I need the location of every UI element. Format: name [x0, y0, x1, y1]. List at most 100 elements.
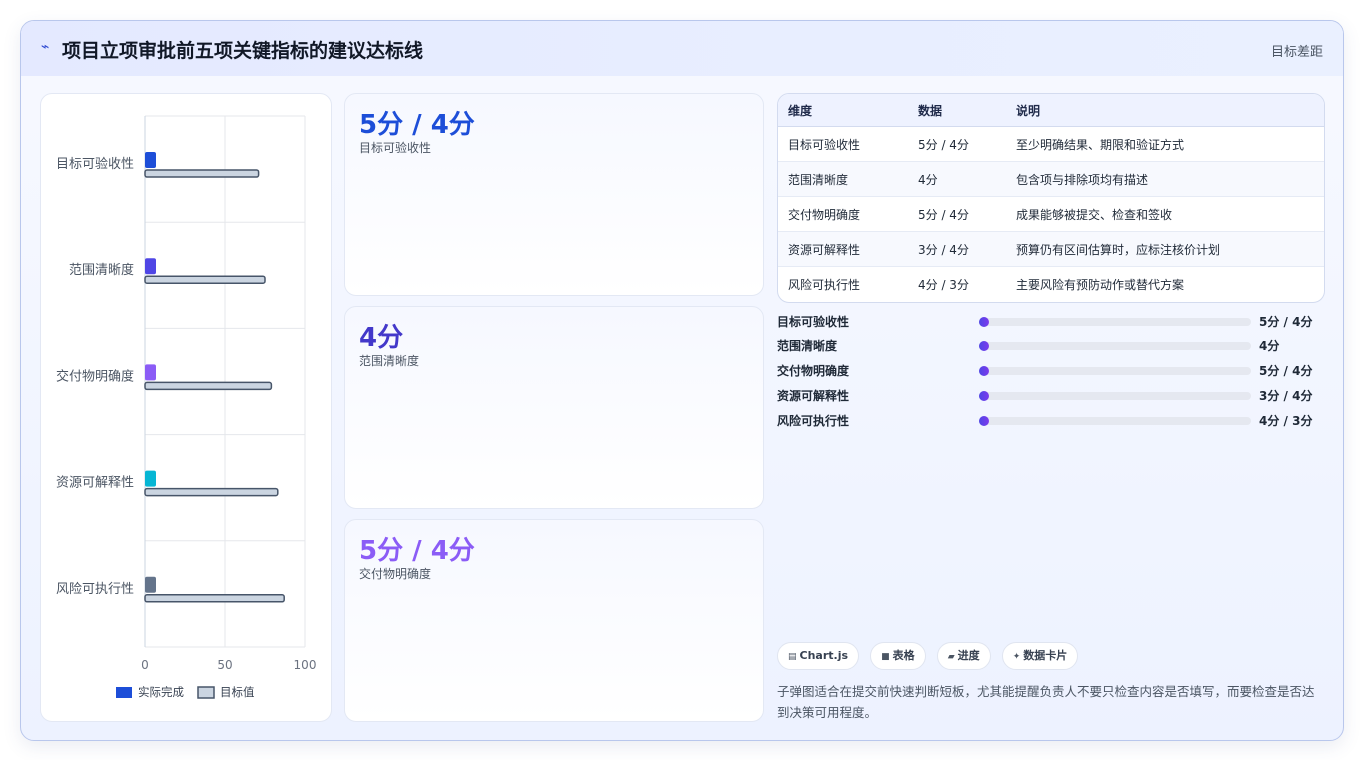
progress-fill	[979, 391, 989, 401]
category-label: 目标可验收性	[56, 156, 134, 172]
panel-header: ⌁ 项目立项审批前五项关键指标的建议达标线 目标差距	[21, 21, 1343, 76]
progress-row: 资源可解释性 3分 / 4分	[777, 385, 1323, 405]
table-cell: 4分 / 3分	[918, 277, 969, 292]
chip-progress[interactable]: ▰ 进度	[936, 642, 991, 670]
table-row: 目标可验收性 5分 / 4分 至少明确结果、期限和验证方式	[778, 126, 1324, 162]
description-note: 子弹图适合在提交前快速判断短板，尤其能提醒负责人不要只检查内容是否填写，而要检查…	[777, 684, 1315, 720]
chip-data-card[interactable]: ✦ 数据卡片	[1001, 642, 1079, 670]
chip-label: 进度	[957, 649, 980, 662]
progress-label: 交付物明确度	[777, 364, 850, 378]
bar-target	[144, 169, 260, 178]
legend-label: 目标值	[220, 685, 255, 699]
trend-line-icon: ⌁	[41, 39, 50, 55]
progress-track	[979, 366, 1251, 376]
chip-label: Chart.js	[799, 649, 849, 662]
category-label: 范围清晰度	[69, 262, 134, 278]
table-row: 风险可执行性 4分 / 3分 主要风险有预防动作或替代方案	[778, 267, 1324, 302]
legend-label: 实际完成	[138, 685, 184, 699]
x-tick-label: 50	[217, 658, 232, 672]
table-cell: 3分 / 4分	[908, 231, 1006, 267]
progress-track	[979, 416, 1251, 426]
stat-value: 5分 / 4分	[359, 110, 475, 140]
progress-fill	[979, 416, 989, 426]
table-cell: 交付物明确度	[778, 196, 908, 232]
progress-label: 资源可解释性	[777, 389, 850, 403]
table-header-row: 维度 数据 说明	[778, 94, 1324, 127]
table-icon: ■	[881, 652, 890, 662]
stat-label: 目标可验收性	[359, 141, 432, 155]
stat-card-3: 5分 / 4分 交付物明确度	[344, 519, 764, 722]
progress-row: 目标可验收性 5分 / 4分	[777, 311, 1323, 331]
progress-value: 4分	[1259, 339, 1280, 353]
progress-icon: ▰	[947, 652, 955, 662]
bar-target	[144, 381, 273, 391]
column-header: 说明	[1006, 94, 1324, 127]
column-header: 维度	[778, 94, 908, 127]
chart-icon: ▤	[788, 652, 797, 662]
table-row: 资源可解释性 3分 / 4分 预算仍有区间估算时，应标注核价计划	[778, 231, 1324, 267]
stat-label: 范围清晰度	[359, 354, 420, 368]
bar-actual	[145, 470, 156, 487]
progress-track	[979, 341, 1251, 351]
stat-value: 4分	[359, 323, 404, 353]
table-cell: 4分	[908, 161, 1006, 197]
sparkle-icon: ✦	[1012, 652, 1021, 662]
column-header: 数据	[908, 94, 1006, 127]
chip-label: 表格	[892, 649, 915, 662]
chip-table[interactable]: ■ 表格	[870, 642, 926, 670]
table-cell: 范围清晰度	[778, 161, 908, 197]
table-cell: 5分 / 4分	[908, 196, 1006, 232]
table-cell: 成果能够被提交、检查和签收	[1006, 196, 1324, 232]
progress-track	[979, 391, 1251, 401]
table-cell: 5分 / 4分	[908, 126, 1006, 162]
stat-card-1: 5分 / 4分 目标可验收性	[344, 93, 764, 296]
tag-chips: ▤ Chart.js ■ 表格 ▰ 进度 ✦ 数据卡片	[777, 642, 1084, 670]
table-cell: 至少明确结果、期限和验证方式	[1006, 126, 1324, 162]
progress-value: 4分 / 3分	[1259, 414, 1313, 428]
progress-label: 范围清晰度	[777, 339, 838, 353]
category-label: 交付物明确度	[56, 368, 134, 384]
bar-target	[144, 594, 285, 603]
main-panel: ⌁ 项目立项审批前五项关键指标的建议达标线 目标差距 目标可验收性 范围清晰度 交付…	[20, 20, 1344, 741]
progress-fill	[979, 341, 989, 351]
progress-row: 交付物明确度 5分 / 4分	[777, 360, 1323, 380]
legend-swatch-target	[197, 686, 215, 699]
x-tick-label: 100	[294, 658, 317, 672]
stat-label: 交付物明确度	[359, 567, 432, 581]
page-title: 项目立项审批前五项关键指标的建议达标线	[62, 40, 424, 62]
legend-swatch-actual	[116, 687, 132, 698]
progress-value: 5分 / 4分	[1259, 315, 1313, 329]
bar-target	[144, 275, 266, 284]
x-tick-label: 0	[141, 658, 149, 672]
progress-track	[979, 317, 1251, 327]
progress-value: 5分 / 4分	[1259, 364, 1313, 378]
stat-card-2: 4分 范围清晰度	[344, 306, 764, 509]
progress-fill	[979, 366, 989, 376]
table-row: 范围清晰度 4分 包含项与排除项均有描述	[778, 161, 1324, 197]
bar-actual	[145, 576, 156, 593]
bar-actual	[145, 364, 156, 381]
progress-fill	[979, 317, 989, 327]
header-right-label: 目标差距	[1270, 45, 1323, 60]
progress-row: 范围清晰度 4分	[777, 335, 1323, 355]
category-label: 资源可解释性	[56, 476, 134, 491]
stat-value: 5分 / 4分	[359, 536, 475, 566]
progress-label: 风险可执行性	[777, 414, 850, 428]
bar-target	[144, 487, 279, 497]
table-cell: 风险可执行性	[788, 277, 861, 292]
progress-row: 风险可执行性 4分 / 3分	[777, 410, 1323, 430]
table-cell: 包含项与排除项均有描述	[1006, 161, 1324, 197]
bar-actual	[145, 258, 156, 275]
bar-actual	[145, 152, 156, 168]
category-label: 风险可执行性	[56, 582, 134, 597]
progress-label: 目标可验收性	[777, 315, 850, 329]
table-cell: 主要风险有预防动作或替代方案	[1016, 277, 1185, 292]
table-cell: 资源可解释性	[778, 231, 908, 267]
chip-label: 数据卡片	[1023, 649, 1068, 662]
progress-value: 3分 / 4分	[1259, 389, 1313, 403]
chip-chartjs[interactable]: ▤ Chart.js	[777, 642, 860, 670]
bullet-chart-card: 目标可验收性范围清晰度交付物明确度 资源可解释性 风险可执行性 0 50 100 实际完成 目…	[40, 93, 332, 722]
bullet-chart: 目标可验收性范围清晰度交付物明确度资源可解释性风险可执行性 0 50 100 实际完成 目…	[56, 115, 317, 699]
table-cell: 目标可验收性	[778, 126, 908, 162]
data-table: 维度 数据 说明 目标可验收性 5分 / 4分 至少明确结果、期限和验证方式 范…	[777, 93, 1325, 303]
